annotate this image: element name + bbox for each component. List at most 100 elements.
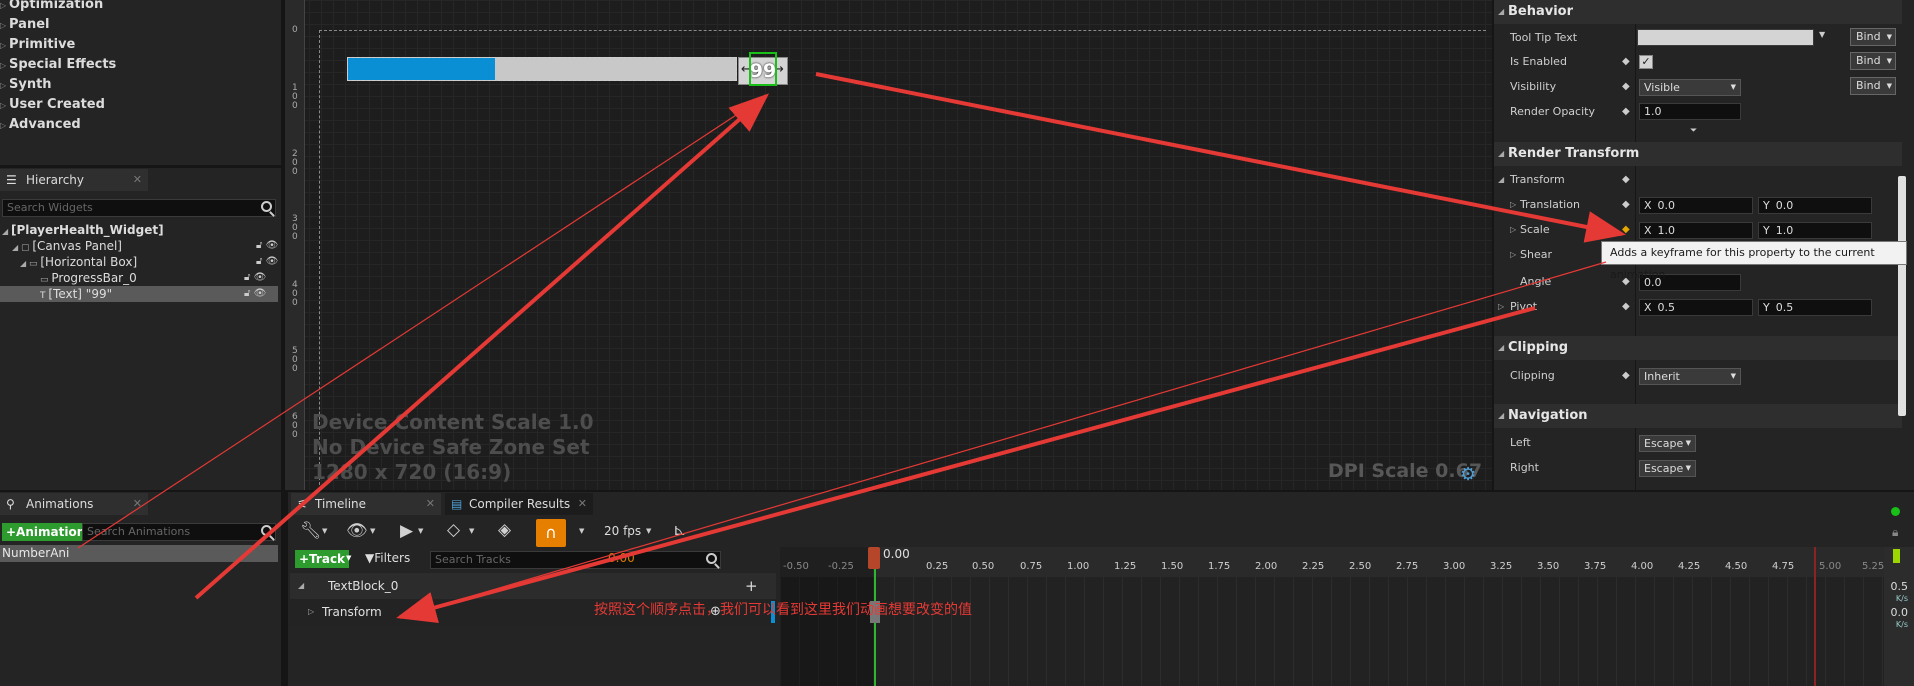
search-widgets-input[interactable]: Search Widgets bbox=[2, 199, 276, 217]
section-navigation[interactable]: ◢ Navigation bbox=[1494, 404, 1902, 428]
tree-node-progressbar[interactable]: ▭ ProgressBar_0🔓︎ 👁︎ bbox=[40, 270, 266, 286]
palette-category-panel[interactable]: ▷ Panel bbox=[0, 15, 49, 35]
fps-dropdown[interactable]: 20 fps bbox=[604, 524, 641, 538]
expand-advanced-icon[interactable]: ⏷ bbox=[1690, 126, 1697, 136]
search-tracks-input[interactable]: Search Tracks bbox=[430, 551, 721, 569]
keyframe-icon[interactable]: ◆ bbox=[1622, 364, 1630, 388]
wrench-icon[interactable]: 🔧︎ bbox=[300, 521, 322, 541]
tab-timeline[interactable]: ⚟ Timeline ✕ bbox=[291, 493, 441, 515]
add-track-button[interactable]: +Track bbox=[295, 550, 350, 568]
palette-category-label: User Created bbox=[9, 97, 105, 112]
close-icon[interactable]: ✕ bbox=[133, 493, 142, 515]
tree-node-label: [Horizontal Box] bbox=[40, 255, 138, 269]
playhead-handle[interactable] bbox=[868, 547, 880, 569]
timeline-grid[interactable] bbox=[780, 577, 1884, 686]
animation-item[interactable]: NumberAni bbox=[0, 545, 278, 562]
palette-category-user-created[interactable]: ▷ User Created bbox=[0, 95, 105, 115]
time-tick: 2.75 bbox=[1396, 561, 1419, 572]
bind-button[interactable]: Bind bbox=[1850, 77, 1896, 95]
chevron-down-icon[interactable]: ▼ bbox=[579, 527, 584, 535]
palette-category-advanced[interactable]: ▷ Advanced bbox=[0, 115, 81, 135]
section-title: Render Transform bbox=[1508, 146, 1640, 161]
expand-icon[interactable]: ▷ bbox=[1510, 193, 1516, 217]
gear-icon[interactable]: ⚙ bbox=[1460, 464, 1476, 485]
keyframe-icon[interactable]: ◆ bbox=[1622, 50, 1630, 74]
scale-x-input[interactable]: X 1.0 bbox=[1639, 222, 1753, 239]
keyframe-snap-icon[interactable]: ◈ bbox=[498, 520, 511, 540]
section-behavior[interactable]: ◢ Behavior bbox=[1494, 0, 1902, 24]
pivot-y-input[interactable]: Y 0.5 bbox=[1758, 299, 1872, 316]
prop-label: Clipping bbox=[1510, 369, 1555, 382]
expand-icon[interactable]: ▷ bbox=[1498, 295, 1504, 319]
expand-icon[interactable]: ▷ bbox=[308, 599, 314, 625]
keyframe-icon[interactable]: ◆ bbox=[1622, 100, 1630, 124]
close-icon[interactable]: ✕ bbox=[426, 493, 435, 515]
track-textblock[interactable]: ◢ TextBlock_0 + bbox=[290, 573, 776, 599]
tab-hierarchy[interactable]: ☰ Hierarchy ✕ bbox=[0, 169, 148, 191]
play-icon[interactable]: ▶ bbox=[400, 521, 413, 541]
keyframe-icon[interactable]: ◆ bbox=[1622, 295, 1630, 319]
eye-icon[interactable]: 👁︎ bbox=[346, 521, 368, 541]
keyframe-icon[interactable]: ◆ bbox=[1622, 218, 1630, 242]
palette-panel: ▷ Optimization ▷ Panel ▷ Primitive ▷ Special… bbox=[0, 0, 281, 165]
palette-category-synth[interactable]: ▷ Synth bbox=[0, 75, 52, 95]
chevron-down-icon[interactable]: ▼ bbox=[346, 554, 351, 562]
visibility-dropdown[interactable]: Visible bbox=[1639, 79, 1741, 96]
translation-y-input[interactable]: Y 0.0 bbox=[1758, 197, 1872, 214]
tree-node-label: [Canvas Panel] bbox=[32, 239, 122, 253]
timeline-icon: ⚟ bbox=[297, 497, 308, 511]
chevron-down-icon[interactable]: ▼ bbox=[1819, 30, 1825, 39]
tab-compiler-results[interactable]: ▤ Compiler Results ✕ bbox=[445, 493, 593, 515]
chevron-down-icon[interactable]: ▼ bbox=[469, 527, 474, 535]
playback-end-marker[interactable] bbox=[1814, 547, 1816, 686]
section-clipping[interactable]: ◢ Clipping bbox=[1494, 336, 1902, 360]
tab-animations[interactable]: ⚲ Animations ✕ bbox=[0, 493, 148, 515]
is-enabled-checkbox[interactable]: ✓ bbox=[1639, 55, 1653, 69]
render-opacity-input[interactable]: 1.0 bbox=[1639, 103, 1741, 120]
tree-node-canvas-panel[interactable]: ◢▢ [Canvas Panel]🔓︎ 👁︎ bbox=[12, 238, 278, 254]
time-tick: 4.75 bbox=[1772, 561, 1795, 572]
tree-node-root[interactable]: ◢ [PlayerHealth_Widget] bbox=[2, 222, 164, 238]
scale-y-input[interactable]: Y 1.0 bbox=[1758, 222, 1872, 239]
palette-category-optimization[interactable]: ▷ Optimization bbox=[0, 0, 103, 15]
close-icon[interactable]: ✕ bbox=[133, 169, 142, 191]
expand-icon[interactable]: ▷ bbox=[1510, 243, 1516, 267]
prop-label: Angle bbox=[1520, 275, 1552, 288]
tooltip-text-input[interactable] bbox=[1637, 29, 1814, 46]
palette-category-special-effects[interactable]: ▷ Special Effects bbox=[0, 55, 116, 75]
expand-icon[interactable]: ▷ bbox=[1510, 218, 1516, 242]
chevron-down-icon[interactable]: ▼ bbox=[646, 527, 651, 535]
add-icon[interactable]: + bbox=[745, 573, 758, 599]
translation-x-input[interactable]: X 0.0 bbox=[1639, 197, 1753, 214]
lock-icon[interactable]: 🔒︎ bbox=[1892, 525, 1898, 540]
tree-node-horizontal-box[interactable]: ◢▭ [Horizontal Box]🔓︎ 👁︎ bbox=[20, 254, 278, 270]
chevron-down-icon[interactable]: ▼ bbox=[322, 527, 327, 535]
close-icon[interactable]: ✕ bbox=[578, 493, 587, 515]
magnet-icon[interactable]: ∩ bbox=[536, 519, 566, 547]
nav-right-dropdown[interactable]: Escape bbox=[1639, 460, 1696, 477]
bind-button[interactable]: Bind bbox=[1850, 52, 1896, 70]
palette-category-primitive[interactable]: ▷ Primitive bbox=[0, 35, 75, 55]
expand-icon[interactable]: ◢ bbox=[1498, 168, 1504, 192]
curve-editor-icon[interactable]: ⊾ bbox=[673, 520, 686, 539]
tree-node-text[interactable]: T [Text] "99"🔓︎ 👁︎ bbox=[40, 286, 266, 302]
tree-node-label: [PlayerHealth_Widget] bbox=[11, 223, 164, 237]
search-animations-input[interactable]: Search Animations bbox=[82, 523, 276, 541]
expand-icon[interactable]: ◢ bbox=[298, 573, 304, 599]
pivot-x-input[interactable]: X 0.5 bbox=[1639, 299, 1753, 316]
keyframe-icon[interactable]: ◆ bbox=[1622, 193, 1630, 217]
key-diamond-icon[interactable]: ◇ bbox=[447, 520, 460, 540]
keyframe-icon[interactable]: ◆ bbox=[1622, 75, 1630, 99]
details-scrollbar[interactable] bbox=[1898, 176, 1906, 416]
section-render-transform[interactable]: ◢ Render Transform bbox=[1494, 142, 1902, 166]
chevron-down-icon[interactable]: ▼ bbox=[418, 527, 423, 535]
current-time-input[interactable]: 0.00 bbox=[608, 551, 635, 565]
filters-button[interactable]: ▼Filters bbox=[365, 551, 410, 565]
keyframe-icon[interactable]: ◆ bbox=[1622, 168, 1630, 192]
bind-button[interactable]: Bind bbox=[1850, 28, 1896, 46]
progressbar-icon: ▭ bbox=[40, 275, 52, 285]
chevron-down-icon[interactable]: ▼ bbox=[370, 527, 375, 535]
add-animation-button[interactable]: +Animation bbox=[2, 523, 90, 541]
clipping-dropdown[interactable]: Inherit bbox=[1639, 368, 1741, 385]
nav-left-dropdown[interactable]: Escape bbox=[1639, 435, 1696, 452]
